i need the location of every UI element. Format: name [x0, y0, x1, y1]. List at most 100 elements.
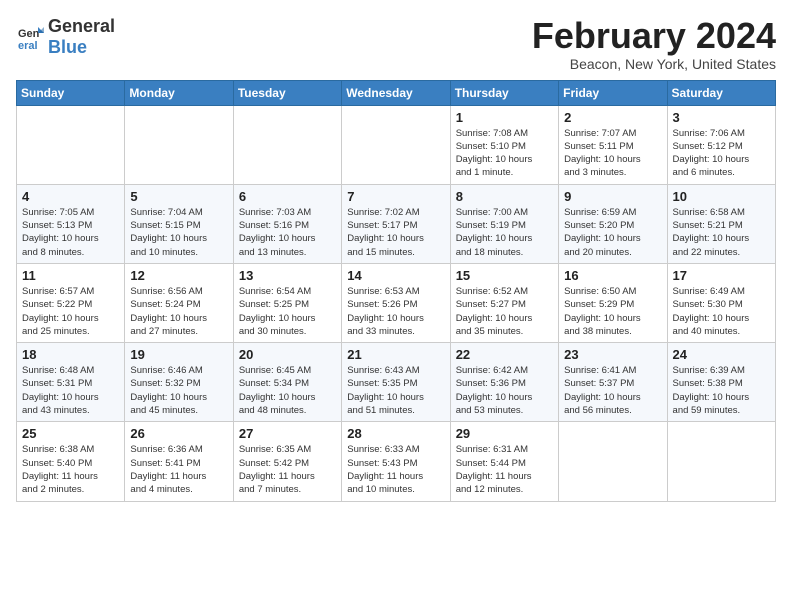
- day-info: Sunrise: 6:50 AM Sunset: 5:29 PM Dayligh…: [564, 285, 661, 338]
- calendar-cell: 16 Sunrise: 6:50 AM Sunset: 5:29 PM Dayli…: [559, 263, 667, 342]
- weekday-header-tuesday: Tuesday: [233, 80, 341, 105]
- day-number: 27: [239, 426, 336, 441]
- weekday-header-thursday: Thursday: [450, 80, 558, 105]
- calendar-cell: 19 Sunrise: 6:46 AM Sunset: 5:32 PM Dayli…: [125, 343, 233, 422]
- day-number: 14: [347, 268, 444, 283]
- day-number: 11: [22, 268, 119, 283]
- week-row-1: 4 Sunrise: 7:05 AM Sunset: 5:13 PM Daylig…: [17, 184, 776, 263]
- day-info: Sunrise: 6:49 AM Sunset: 5:30 PM Dayligh…: [673, 285, 770, 338]
- week-row-3: 18 Sunrise: 6:48 AM Sunset: 5:31 PM Dayli…: [17, 343, 776, 422]
- day-info: Sunrise: 6:56 AM Sunset: 5:24 PM Dayligh…: [130, 285, 227, 338]
- day-info: Sunrise: 6:38 AM Sunset: 5:40 PM Dayligh…: [22, 443, 119, 496]
- day-number: 3: [673, 110, 770, 125]
- day-number: 26: [130, 426, 227, 441]
- day-number: 17: [673, 268, 770, 283]
- weekday-header-row: SundayMondayTuesdayWednesdayThursdayFrid…: [17, 80, 776, 105]
- day-number: 13: [239, 268, 336, 283]
- calendar-cell: 12Sunrise: 6:56 AM Sunset: 5:24 PM Dayli…: [125, 263, 233, 342]
- calendar-cell: [667, 422, 775, 501]
- header: Gen eral General Blue February 2024 Beac…: [16, 16, 776, 72]
- day-number: 25: [22, 426, 119, 441]
- calendar-cell: 3 Sunrise: 7:06 AM Sunset: 5:12 PM Daylig…: [667, 105, 775, 184]
- day-info: Sunrise: 7:03 AM Sunset: 5:16 PM Dayligh…: [239, 206, 336, 259]
- day-info: Sunrise: 7:08 AM Sunset: 5:10 PM Dayligh…: [456, 127, 553, 180]
- calendar-cell: 7Sunrise: 7:02 AM Sunset: 5:17 PM Daylig…: [342, 184, 450, 263]
- week-row-0: 1 Sunrise: 7:08 AM Sunset: 5:10 PM Daylig…: [17, 105, 776, 184]
- day-number: 1: [456, 110, 553, 125]
- day-number: 20: [239, 347, 336, 362]
- calendar-cell: 18 Sunrise: 6:48 AM Sunset: 5:31 PM Dayli…: [17, 343, 125, 422]
- day-info: Sunrise: 7:02 AM Sunset: 5:17 PM Dayligh…: [347, 206, 444, 259]
- day-number: 4: [22, 189, 119, 204]
- calendar-cell: 27 Sunrise: 6:35 AM Sunset: 5:42 PM Dayli…: [233, 422, 341, 501]
- day-number: 6: [239, 189, 336, 204]
- day-info: Sunrise: 6:45 AM Sunset: 5:34 PM Dayligh…: [239, 364, 336, 417]
- calendar-table: SundayMondayTuesdayWednesdayThursdayFrid…: [16, 80, 776, 502]
- calendar-cell: 14 Sunrise: 6:53 AM Sunset: 5:26 PM Dayli…: [342, 263, 450, 342]
- day-info: Sunrise: 6:58 AM Sunset: 5:21 PM Dayligh…: [673, 206, 770, 259]
- day-number: 2: [564, 110, 661, 125]
- calendar-title: February 2024: [532, 16, 776, 56]
- day-info: Sunrise: 7:04 AM Sunset: 5:15 PM Dayligh…: [130, 206, 227, 259]
- day-number: 19: [130, 347, 227, 362]
- day-info: Sunrise: 7:06 AM Sunset: 5:12 PM Dayligh…: [673, 127, 770, 180]
- svg-text:Gen: Gen: [18, 28, 40, 40]
- day-number: 29: [456, 426, 553, 441]
- day-info: Sunrise: 6:42 AM Sunset: 5:36 PM Dayligh…: [456, 364, 553, 417]
- calendar-cell: 2 Sunrise: 7:07 AM Sunset: 5:11 PM Daylig…: [559, 105, 667, 184]
- calendar-cell: 1 Sunrise: 7:08 AM Sunset: 5:10 PM Daylig…: [450, 105, 558, 184]
- weekday-header-wednesday: Wednesday: [342, 80, 450, 105]
- day-info: Sunrise: 6:46 AM Sunset: 5:32 PM Dayligh…: [130, 364, 227, 417]
- calendar-cell: 10 Sunrise: 6:58 AM Sunset: 5:21 PM Dayli…: [667, 184, 775, 263]
- calendar-cell: 24Sunrise: 6:39 AM Sunset: 5:38 PM Dayli…: [667, 343, 775, 422]
- calendar-cell: 9 Sunrise: 6:59 AM Sunset: 5:20 PM Daylig…: [559, 184, 667, 263]
- day-info: Sunrise: 6:35 AM Sunset: 5:42 PM Dayligh…: [239, 443, 336, 496]
- calendar-cell: 25 Sunrise: 6:38 AM Sunset: 5:40 PM Dayli…: [17, 422, 125, 501]
- calendar-cell: [17, 105, 125, 184]
- day-info: Sunrise: 6:57 AM Sunset: 5:22 PM Dayligh…: [22, 285, 119, 338]
- week-row-4: 25 Sunrise: 6:38 AM Sunset: 5:40 PM Dayli…: [17, 422, 776, 501]
- weekday-header-friday: Friday: [559, 80, 667, 105]
- logo: Gen eral General Blue: [16, 16, 115, 58]
- day-number: 9: [564, 189, 661, 204]
- weekday-header-monday: Monday: [125, 80, 233, 105]
- calendar-cell: 22 Sunrise: 6:42 AM Sunset: 5:36 PM Dayli…: [450, 343, 558, 422]
- day-number: 22: [456, 347, 553, 362]
- title-area: February 2024 Beacon, New York, United S…: [532, 16, 776, 72]
- day-number: 28: [347, 426, 444, 441]
- day-number: 15: [456, 268, 553, 283]
- day-number: 21: [347, 347, 444, 362]
- day-number: 18: [22, 347, 119, 362]
- svg-text:eral: eral: [18, 40, 38, 51]
- calendar-cell: [342, 105, 450, 184]
- day-info: Sunrise: 6:41 AM Sunset: 5:37 PM Dayligh…: [564, 364, 661, 417]
- day-info: Sunrise: 6:59 AM Sunset: 5:20 PM Dayligh…: [564, 206, 661, 259]
- day-info: Sunrise: 6:43 AM Sunset: 5:35 PM Dayligh…: [347, 364, 444, 417]
- day-info: Sunrise: 6:53 AM Sunset: 5:26 PM Dayligh…: [347, 285, 444, 338]
- calendar-cell: 6 Sunrise: 7:03 AM Sunset: 5:16 PM Daylig…: [233, 184, 341, 263]
- day-info: Sunrise: 6:33 AM Sunset: 5:43 PM Dayligh…: [347, 443, 444, 496]
- calendar-cell: 26Sunrise: 6:36 AM Sunset: 5:41 PM Dayli…: [125, 422, 233, 501]
- day-info: Sunrise: 7:07 AM Sunset: 5:11 PM Dayligh…: [564, 127, 661, 180]
- day-info: Sunrise: 6:48 AM Sunset: 5:31 PM Dayligh…: [22, 364, 119, 417]
- logo-general: General: [48, 16, 115, 36]
- calendar-cell: [125, 105, 233, 184]
- calendar-cell: 15 Sunrise: 6:52 AM Sunset: 5:27 PM Dayli…: [450, 263, 558, 342]
- calendar-cell: 17 Sunrise: 6:49 AM Sunset: 5:30 PM Dayli…: [667, 263, 775, 342]
- calendar-cell: 23 Sunrise: 6:41 AM Sunset: 5:37 PM Dayli…: [559, 343, 667, 422]
- day-info: Sunrise: 6:52 AM Sunset: 5:27 PM Dayligh…: [456, 285, 553, 338]
- day-info: Sunrise: 7:05 AM Sunset: 5:13 PM Dayligh…: [22, 206, 119, 259]
- calendar-cell: 20 Sunrise: 6:45 AM Sunset: 5:34 PM Dayli…: [233, 343, 341, 422]
- week-row-2: 11 Sunrise: 6:57 AM Sunset: 5:22 PM Dayli…: [17, 263, 776, 342]
- logo-blue: Blue: [48, 37, 87, 57]
- day-number: 10: [673, 189, 770, 204]
- calendar-subtitle: Beacon, New York, United States: [532, 56, 776, 72]
- calendar-cell: 13Sunrise: 6:54 AM Sunset: 5:25 PM Dayli…: [233, 263, 341, 342]
- logo-text: General Blue: [48, 16, 115, 58]
- calendar-cell: 4 Sunrise: 7:05 AM Sunset: 5:13 PM Daylig…: [17, 184, 125, 263]
- day-number: 16: [564, 268, 661, 283]
- logo-icon: Gen eral: [16, 23, 44, 51]
- day-number: 24: [673, 347, 770, 362]
- day-number: 8: [456, 189, 553, 204]
- day-number: 23: [564, 347, 661, 362]
